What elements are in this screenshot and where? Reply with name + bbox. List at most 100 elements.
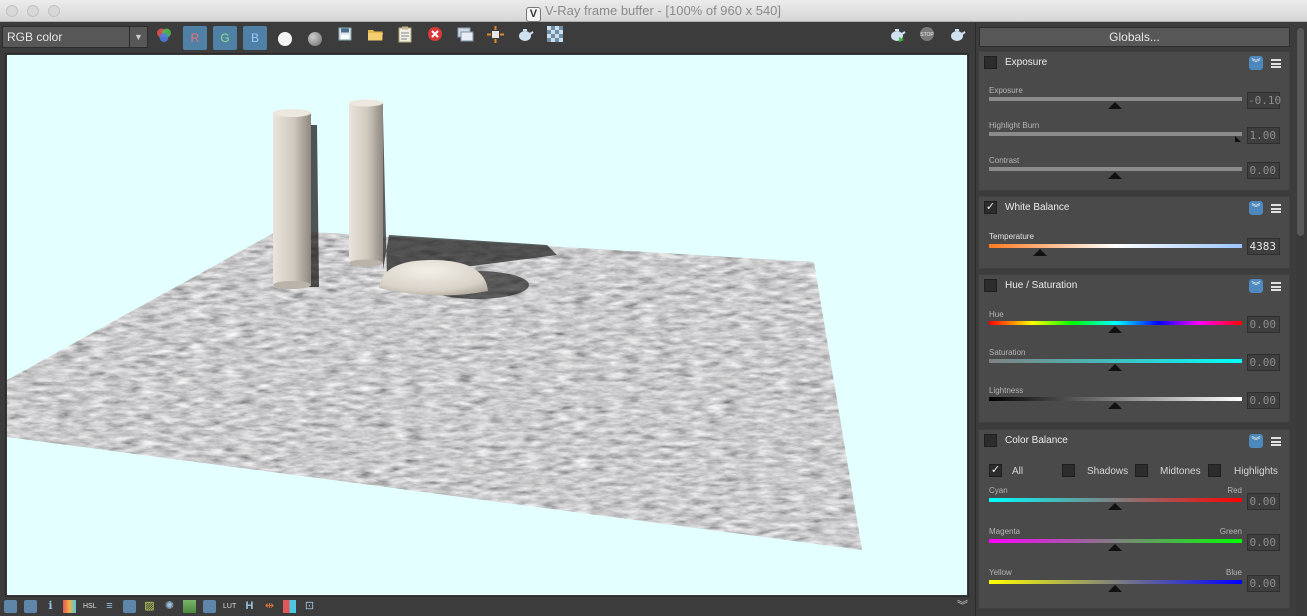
range-all-checkbox[interactable]: ✓	[989, 464, 1002, 477]
open-folder-icon[interactable]	[363, 26, 387, 50]
window-title: V-Ray frame buffer - [100% of 960 x 540]	[544, 3, 782, 18]
region-icon[interactable]	[483, 26, 507, 50]
contrast-slider[interactable]	[989, 167, 1242, 171]
cyan-red-value[interactable]: 0.00	[1247, 493, 1280, 510]
green-channel-button[interactable]: G	[213, 26, 237, 50]
lens-effects-icon[interactable]: ✺	[163, 600, 176, 613]
white-balance-menu-icon[interactable]	[1271, 204, 1281, 213]
range-highlights-checkbox[interactable]	[1208, 464, 1221, 477]
magenta-green-slider-thumb[interactable]	[1108, 544, 1122, 551]
color-balance-enable-checkbox[interactable]	[984, 434, 997, 447]
background-icon[interactable]	[183, 600, 196, 613]
exposure-value[interactable]: -0.10	[1247, 92, 1281, 109]
rendered-image	[7, 99, 862, 550]
cyan-red-slider[interactable]	[989, 498, 1242, 502]
red-channel-button[interactable]: R	[183, 26, 207, 50]
color-balance-menu-icon[interactable]	[1271, 437, 1281, 446]
hsl-icon[interactable]: HSL	[83, 600, 97, 613]
levels-icon[interactable]: ≡	[103, 600, 116, 613]
gray-dot-icon[interactable]	[303, 26, 327, 50]
color-balance-collapse-icon[interactable]: ︾	[1249, 434, 1263, 448]
range-all-label: All	[1012, 466, 1024, 477]
temperature-slider-thumb[interactable]	[1033, 249, 1047, 256]
highlight-burn-value[interactable]: 1.00	[1247, 127, 1280, 144]
saturation-slider-thumb[interactable]	[1108, 364, 1122, 371]
hue-saturation-header: Hue / Saturation ︾	[979, 275, 1289, 297]
curves-icon[interactable]: ▨	[143, 600, 156, 613]
exposure-label: Exposure	[989, 86, 1023, 95]
track-mouse-icon[interactable]	[4, 600, 17, 613]
chevron-down-icon[interactable]: ▼	[129, 27, 147, 47]
color-corrections-icon[interactable]	[63, 600, 76, 613]
lightness-slider[interactable]	[989, 397, 1242, 401]
temperature-slider[interactable]	[989, 244, 1242, 248]
yellow-blue-slider[interactable]	[989, 580, 1242, 584]
white-balance-enable-checkbox[interactable]: ✓	[984, 201, 997, 214]
color-channels-icon[interactable]	[152, 26, 176, 50]
exposure-menu-icon[interactable]	[1271, 59, 1281, 68]
blue-channel-button[interactable]: B	[243, 26, 267, 50]
highlight-burn-slider-thumb[interactable]	[1235, 136, 1241, 142]
range-shadows-checkbox[interactable]	[1062, 464, 1075, 477]
cyan-label: Cyan	[989, 486, 1008, 495]
exposure-slider-thumb[interactable]	[1108, 102, 1122, 109]
contrast-label: Contrast	[989, 156, 1020, 165]
hue-saturation-collapse-icon[interactable]: ︾	[1249, 279, 1263, 293]
save-icon[interactable]	[333, 26, 357, 50]
yellow-blue-value[interactable]: 0.00	[1247, 575, 1280, 592]
white-dot-icon[interactable]	[273, 26, 297, 50]
white-balance-collapse-icon[interactable]: ︾	[1249, 201, 1263, 215]
saturation-slider[interactable]	[989, 359, 1242, 363]
display-lut-icon[interactable]	[123, 600, 136, 613]
lightness-slider-thumb[interactable]	[1108, 402, 1122, 409]
render-viewport[interactable]	[7, 55, 967, 595]
panel-scrollbar-thumb[interactable]	[1297, 28, 1304, 236]
copy-icon[interactable]	[24, 600, 37, 613]
render-teapot-icon[interactable]	[513, 26, 537, 50]
exposure-slider[interactable]	[989, 97, 1242, 101]
magenta-green-slider[interactable]	[989, 539, 1242, 543]
render-icon[interactable]	[945, 26, 969, 50]
yellow-blue-slider-thumb[interactable]	[1108, 585, 1122, 592]
hue-saturation-menu-icon[interactable]	[1271, 282, 1281, 291]
lightness-value[interactable]: 0.00	[1247, 392, 1280, 409]
exposure-enable-checkbox[interactable]	[984, 56, 997, 69]
contrast-slider-thumb[interactable]	[1108, 172, 1122, 179]
checker-icon[interactable]	[543, 26, 567, 50]
info-icon[interactable]: ℹ	[44, 600, 57, 613]
srgb-icon[interactable]	[203, 600, 216, 613]
clipboard-icon[interactable]	[393, 26, 417, 50]
channel-select[interactable]: RGB color ▼	[2, 26, 148, 48]
range-highlights-label: Highlights	[1234, 466, 1278, 477]
white-balance-section: ✓ White Balance ︾ Temperature 4383	[978, 196, 1290, 269]
saturation-label: Saturation	[989, 348, 1026, 357]
exposure-collapse-icon[interactable]: ︾	[1249, 56, 1263, 70]
saturation-value[interactable]: 0.00	[1247, 354, 1280, 371]
history-icon[interactable]: H	[243, 600, 256, 613]
stop-icon[interactable]: STOP	[915, 26, 939, 50]
hue-slider[interactable]	[989, 321, 1242, 325]
lightness-label: Lightness	[989, 386, 1024, 395]
status-bar: ℹ HSL ≡ ▨ ✺ LUT H ⇹ ⊡ ︾	[0, 597, 975, 616]
compare-ab-icon[interactable]: ⇹	[263, 600, 276, 613]
duplicate-icon[interactable]	[453, 26, 477, 50]
magenta-green-value[interactable]: 0.00	[1247, 534, 1280, 551]
red-channel-label: R	[190, 31, 200, 45]
render-interactive-icon[interactable]	[885, 26, 909, 50]
double-chevron-down-icon[interactable]: ︾	[956, 600, 969, 613]
globals-button[interactable]: Globals...	[979, 27, 1290, 47]
clear-icon[interactable]	[423, 26, 447, 50]
contrast-value[interactable]: 0.00	[1247, 162, 1280, 179]
toolbar: RGB color ▼ R G B STOP	[0, 23, 975, 52]
temperature-value[interactable]: 4383	[1247, 238, 1280, 255]
range-midtones-checkbox[interactable]	[1135, 464, 1148, 477]
lut-icon[interactable]: LUT	[223, 600, 236, 613]
cyan-red-slider-thumb[interactable]	[1108, 503, 1122, 510]
region-render-icon[interactable]: ⊡	[303, 600, 316, 613]
hue-value[interactable]: 0.00	[1247, 316, 1280, 333]
hue-saturation-section: Hue / Saturation ︾ Hue 0.00 Saturation 0…	[978, 274, 1290, 423]
highlight-burn-slider[interactable]	[989, 132, 1242, 136]
hue-saturation-enable-checkbox[interactable]	[984, 279, 997, 292]
hue-slider-thumb[interactable]	[1108, 326, 1122, 333]
stereo-icon[interactable]	[283, 600, 296, 613]
